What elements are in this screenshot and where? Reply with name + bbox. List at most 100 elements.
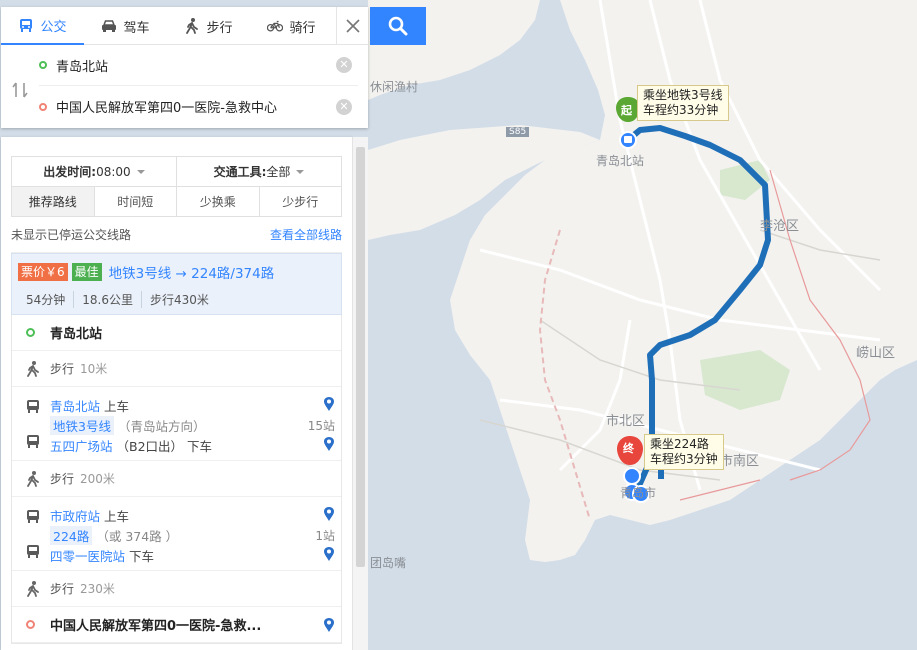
plan-walk: 步行430米 <box>141 291 217 308</box>
swap-icon[interactable] <box>11 81 29 99</box>
chevron-down-icon <box>296 169 305 174</box>
walk-icon <box>26 581 40 600</box>
tab-bus-label: 公交 <box>40 19 67 35</box>
tab-bike-label: 骑行 <box>289 20 316 36</box>
board-action: 上车 <box>104 508 130 524</box>
bus-icon <box>26 434 40 452</box>
start-station-name: 青岛北站 <box>50 327 103 342</box>
tab-walk[interactable]: 步行 <box>167 7 250 45</box>
scrollbar-thumb[interactable] <box>356 147 365 567</box>
transport-tool-label: 交通工具: <box>213 165 267 179</box>
search-button[interactable] <box>370 7 426 45</box>
clear-end-button[interactable]: ✕ <box>336 98 352 115</box>
walk-distance: 10米 <box>80 362 108 376</box>
end-marker-label: 终 <box>623 442 634 455</box>
walk-icon <box>26 361 40 380</box>
close-button[interactable] <box>336 7 368 45</box>
tab-less-walk[interactable]: 少步行 <box>258 187 342 216</box>
plan-duration: 54分钟 <box>26 293 66 307</box>
board-station[interactable]: 青岛北站 <box>50 396 100 415</box>
notice-text: 未显示已停运公交线路 <box>11 228 132 242</box>
walk-distance: 200米 <box>80 472 115 486</box>
map-label-qingdao-north: 青岛北站 <box>596 154 645 168</box>
bus-icon <box>26 399 40 417</box>
step-walk-3: 步行 230米 <box>12 571 341 607</box>
start-input-row[interactable]: 青岛北站 ✕ <box>39 45 358 86</box>
result-panel: 出发时间: 08:00 交通工具: 全部 推荐路线 时间短 少换乘 少步行 未显… <box>1 137 352 650</box>
end-input-row[interactable]: 中国人民解放军第四0一医院-急救中心 ✕ <box>39 86 358 127</box>
map-label-shibei: 市北区 <box>606 414 646 429</box>
map-label-licang: 李沧区 <box>760 219 800 234</box>
start-input[interactable]: 青岛北站 <box>56 56 336 75</box>
clear-start-button[interactable]: ✕ <box>336 57 352 73</box>
tab-less-transfer[interactable]: 少换乘 <box>176 187 259 216</box>
subway-line-tag[interactable]: 地铁3号线 <box>50 415 114 435</box>
tab-bike[interactable]: 骑行 <box>250 7 333 45</box>
best-badge: 最佳 <box>71 263 102 281</box>
close-icon <box>345 19 360 33</box>
map-label-shinan: 市南区 <box>720 454 760 469</box>
plan-card[interactable]: 票价￥6 最佳 地铁3号线 → 224路/374路 54分钟 18.6公里 步行… <box>11 253 342 315</box>
end-bubble-line1: 乘坐224路 <box>650 437 709 451</box>
stop-count: 1站 <box>315 528 335 543</box>
search-icon <box>388 16 408 36</box>
plan-distance: 18.6公里 <box>73 291 141 308</box>
route-search-panel: 公交 驾车 步行 骑行 青岛北站 ✕ 中国人民解放军第四0一医院-急救中心 ✕ <box>1 7 368 128</box>
location-pin-icon[interactable] <box>323 436 335 455</box>
tab-short-time[interactable]: 时间短 <box>93 187 177 216</box>
tab-walk-label: 步行 <box>206 20 233 36</box>
location-pin-icon[interactable] <box>323 617 335 637</box>
map-label-road: S85 <box>506 127 530 137</box>
plan-title[interactable]: 地铁3号线 → 224路/374路 <box>109 262 275 282</box>
step-subway: 青岛北站 上车 地铁3号线 （青岛站方向） 15站 五四广场站 （B2口出） 下… <box>12 387 341 461</box>
price-badge: 票价￥6 <box>18 263 68 281</box>
depart-time-select[interactable]: 出发时间: 08:00 <box>12 157 176 186</box>
line-direction: （青岛站方向） <box>117 418 206 434</box>
end-dot-icon <box>26 620 35 629</box>
route-inputs: 青岛北站 ✕ 中国人民解放军第四0一医院-急救中心 ✕ <box>1 45 368 127</box>
result-scrollbar[interactable] <box>352 137 368 650</box>
bus-icon <box>18 17 34 33</box>
tab-car[interactable]: 驾车 <box>84 7 167 45</box>
start-dot-icon <box>39 61 47 69</box>
tab-recommended[interactable]: 推荐路线 <box>12 187 94 216</box>
mode-tabs: 公交 驾车 步行 骑行 <box>1 7 368 45</box>
map-label-tuandaozui: 团岛嘴 <box>370 556 407 570</box>
end-input[interactable]: 中国人民解放军第四0一医院-急救中心 <box>56 97 336 116</box>
walk-label: 步行 <box>50 472 75 486</box>
location-pin-icon[interactable] <box>323 396 335 415</box>
view-all-lines-link[interactable]: 查看全部线路 <box>270 226 342 243</box>
bus-line-tag[interactable]: 224路 <box>50 525 93 545</box>
tab-bus[interactable]: 公交 <box>1 7 84 45</box>
filter-box: 出发时间: 08:00 交通工具: 全部 推荐路线 时间短 少换乘 少步行 <box>11 156 342 217</box>
start-bubble-line2: 车程约33分钟 <box>643 103 719 117</box>
map-label-xiuxian: 休闲渔村 <box>370 80 419 94</box>
alight-station[interactable]: 五四广场站 <box>50 436 113 455</box>
end-bubble-line2: 车程约3分钟 <box>650 452 718 466</box>
end-dot-icon <box>39 102 47 111</box>
location-pin-icon[interactable] <box>323 506 335 525</box>
end-station-name: 中国人民解放军第四0一医院-急救... <box>50 619 262 634</box>
map-label-qingdaoshi: 青岛市 <box>620 486 657 500</box>
walk-label: 步行 <box>50 582 75 596</box>
line-direction: （或 374路 ） <box>96 528 179 544</box>
start-dot-icon <box>26 328 35 337</box>
start-info-bubble: 乘坐地铁3号线 车程约33分钟 <box>637 85 729 121</box>
step-walk-2: 步行 200米 <box>12 461 341 497</box>
alight-note: （B2口出） <box>116 438 184 454</box>
map-label-laoshan: 崂山区 <box>856 346 896 361</box>
location-pin-icon[interactable] <box>323 546 335 565</box>
alight-action: 下车 <box>187 438 213 454</box>
alight-station[interactable]: 四零一医院站 <box>50 546 125 565</box>
board-station[interactable]: 市政府站 <box>50 506 100 525</box>
bus-icon <box>26 509 40 527</box>
start-bubble-line1: 乘坐地铁3号线 <box>643 88 723 102</box>
notice-row: 未显示已停运公交线路 查看全部线路 <box>11 217 342 253</box>
walk-distance: 230米 <box>80 582 115 596</box>
transport-tool-select[interactable]: 交通工具: 全部 <box>176 157 341 186</box>
step-end-station: 中国人民解放军第四0一医院-急救... <box>12 607 341 643</box>
walk-icon <box>184 18 200 34</box>
end-info-bubble: 乘坐224路 车程约3分钟 <box>644 434 724 470</box>
car-icon <box>101 18 117 34</box>
step-bus: 市政府站 上车 224路 （或 374路 ） 1站 四零一医院站 下车 <box>12 497 341 571</box>
